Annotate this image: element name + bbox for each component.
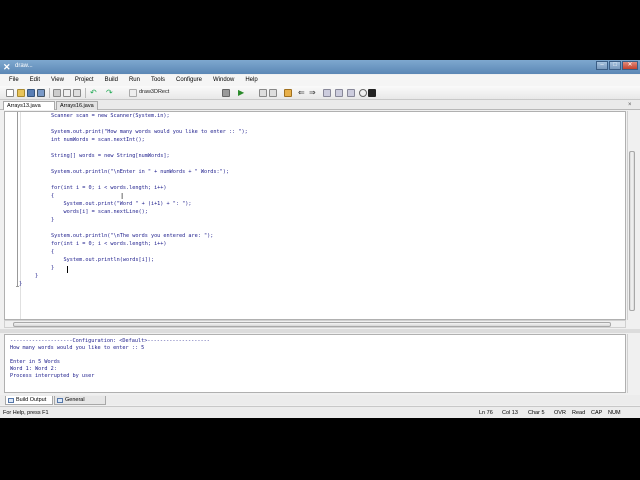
save-icon[interactable] xyxy=(27,89,35,97)
menu-build[interactable]: Build xyxy=(105,75,118,86)
open-folder-icon[interactable] xyxy=(17,89,25,97)
fold-guide xyxy=(17,112,18,286)
editor-vertical-scrollbar[interactable] xyxy=(627,111,636,320)
vertical-scroll-thumb[interactable] xyxy=(629,151,635,311)
code-line[interactable]: System.out.print("Word " + (i+1) + ": ")… xyxy=(51,201,191,207)
code-line[interactable]: String[] words = new String[numWords]; xyxy=(51,153,170,159)
function-combo[interactable]: draw3DRect xyxy=(139,89,169,95)
tab-arrays13[interactable]: Arrays13.java xyxy=(3,101,55,110)
code-line[interactable]: } xyxy=(19,281,22,287)
menu-view[interactable]: View xyxy=(51,75,64,86)
code-line[interactable]: System.out.println(words[i]); xyxy=(51,257,154,263)
save-all-icon[interactable] xyxy=(37,89,45,97)
tab-build-output[interactable]: Build Output xyxy=(5,396,53,405)
new-file-icon[interactable] xyxy=(6,89,14,97)
close-tab-icon[interactable]: × xyxy=(628,102,632,108)
text-cursor xyxy=(67,266,68,273)
status-help-text: For Help, press F1 xyxy=(3,410,49,416)
find-icon[interactable] xyxy=(335,89,343,97)
minimize-button[interactable]: – xyxy=(596,61,608,70)
output-line: Word 1: Word 2: xyxy=(10,366,57,372)
status-read: Read xyxy=(572,410,586,416)
horizontal-scroll-thumb[interactable] xyxy=(13,322,611,327)
maximize-button[interactable]: □ xyxy=(609,61,621,70)
code-line[interactable]: } xyxy=(51,217,54,223)
cascade-icon[interactable] xyxy=(269,89,277,97)
output-line: Enter in 5 Words xyxy=(10,359,60,365)
paste-icon[interactable] xyxy=(73,89,81,97)
output-panel[interactable]: --------------------Configuration: <Defa… xyxy=(4,334,626,393)
code-line[interactable]: for(int i = 0; i < words.length; i++) xyxy=(51,241,167,247)
output-tab-bar: Build Output General Output xyxy=(0,395,640,412)
settings-icon[interactable] xyxy=(359,89,367,97)
menu-configure[interactable]: Configure xyxy=(176,75,202,86)
menu-tools[interactable]: Tools xyxy=(151,75,165,86)
code-line[interactable]: { xyxy=(51,249,54,255)
code-line[interactable]: System.out.println("\nThe words you ente… xyxy=(51,233,213,239)
output-line: --------------------Configuration: <Defa… xyxy=(10,338,210,344)
print-icon[interactable] xyxy=(222,89,230,97)
jcreator-window: ✕ draw... – □ ✕ File Edit View Project B… xyxy=(0,60,640,418)
redo-icon[interactable]: ↷ xyxy=(106,89,114,97)
tab-label: Build Output xyxy=(16,397,47,403)
line-gutter xyxy=(5,112,21,319)
status-column: Col 13 xyxy=(502,410,518,416)
code-line[interactable]: System.out.println("\nEnter in " + numWo… xyxy=(51,169,229,175)
build-output-icon xyxy=(8,398,14,403)
output-vertical-scrollbar[interactable] xyxy=(627,334,636,393)
status-ovr: OVR xyxy=(554,410,566,416)
tab-label: Arrays13.java xyxy=(7,103,41,109)
editor-horizontal-scrollbar[interactable] xyxy=(4,320,626,328)
cut-icon[interactable] xyxy=(53,89,61,97)
code-line[interactable]: Scanner scan = new Scanner(System.in); xyxy=(51,113,170,119)
status-line: Ln 76 xyxy=(479,410,493,416)
code-line[interactable]: words[i] = scan.nextLine(); xyxy=(51,209,147,215)
window-controls: – □ ✕ xyxy=(596,61,638,70)
menu-window[interactable]: Window xyxy=(213,75,234,86)
tab-general-output[interactable]: General Output xyxy=(54,396,106,412)
window-title: draw... xyxy=(15,63,33,69)
code-line[interactable]: } xyxy=(35,273,38,279)
code-line[interactable]: for(int i = 0; i < words.length; i++) xyxy=(51,185,167,191)
document-tab-bar: Arrays13.java Arrays16.java × xyxy=(0,100,640,110)
stop-icon[interactable] xyxy=(368,89,376,97)
status-caps: CAP xyxy=(591,410,603,416)
copy-icon[interactable] xyxy=(63,89,71,97)
menu-bar: File Edit View Project Build Run Tools C… xyxy=(0,75,640,86)
tile-icon[interactable] xyxy=(259,89,267,97)
menu-file[interactable]: File xyxy=(9,75,19,86)
menu-edit[interactable]: Edit xyxy=(30,75,40,86)
code-line[interactable]: System.out.print("How many words would y… xyxy=(51,129,248,135)
code-editor[interactable]: Scanner scan = new Scanner(System.in); Sy… xyxy=(4,111,626,320)
tab-label: Arrays16.java xyxy=(60,103,94,109)
status-num: NUM xyxy=(608,410,621,416)
output-line: How many words would you like to enter :… xyxy=(10,345,145,351)
bookmark-icon[interactable] xyxy=(323,89,331,97)
menu-help[interactable]: Help xyxy=(245,75,257,86)
status-char: Char 5 xyxy=(528,410,545,416)
status-bar: For Help, press F1 Ln 76 Col 13 Char 5 O… xyxy=(0,406,640,418)
code-line[interactable]: { xyxy=(51,193,54,199)
undo-icon[interactable]: ↶ xyxy=(90,89,98,97)
code-line[interactable]: } xyxy=(51,265,54,271)
run-icon[interactable]: ▶ xyxy=(238,89,246,97)
toolbar: ↶ ↷ draw3DRect ▶ ⇐ ⇒ xyxy=(0,86,640,100)
close-button[interactable]: ✕ xyxy=(622,61,638,70)
title-bar: ✕ draw... – □ ✕ xyxy=(0,60,640,74)
app-logo-icon: ✕ xyxy=(3,62,11,72)
replace-icon[interactable] xyxy=(347,89,355,97)
back-icon[interactable]: ⇐ xyxy=(298,89,306,97)
output-line: Process interrupted by user xyxy=(10,373,95,379)
tab-arrays16[interactable]: Arrays16.java xyxy=(56,101,98,110)
function-icon xyxy=(129,89,137,97)
tools-icon[interactable] xyxy=(284,89,292,97)
menu-project[interactable]: Project xyxy=(75,75,94,86)
forward-icon[interactable]: ⇒ xyxy=(309,89,317,97)
menu-run[interactable]: Run xyxy=(129,75,140,86)
mouse-ibeam-icon: I xyxy=(121,192,124,201)
panel-splitter[interactable] xyxy=(0,329,640,333)
general-output-icon xyxy=(57,398,63,403)
code-line[interactable]: int numWords = scan.nextInt(); xyxy=(51,137,145,143)
